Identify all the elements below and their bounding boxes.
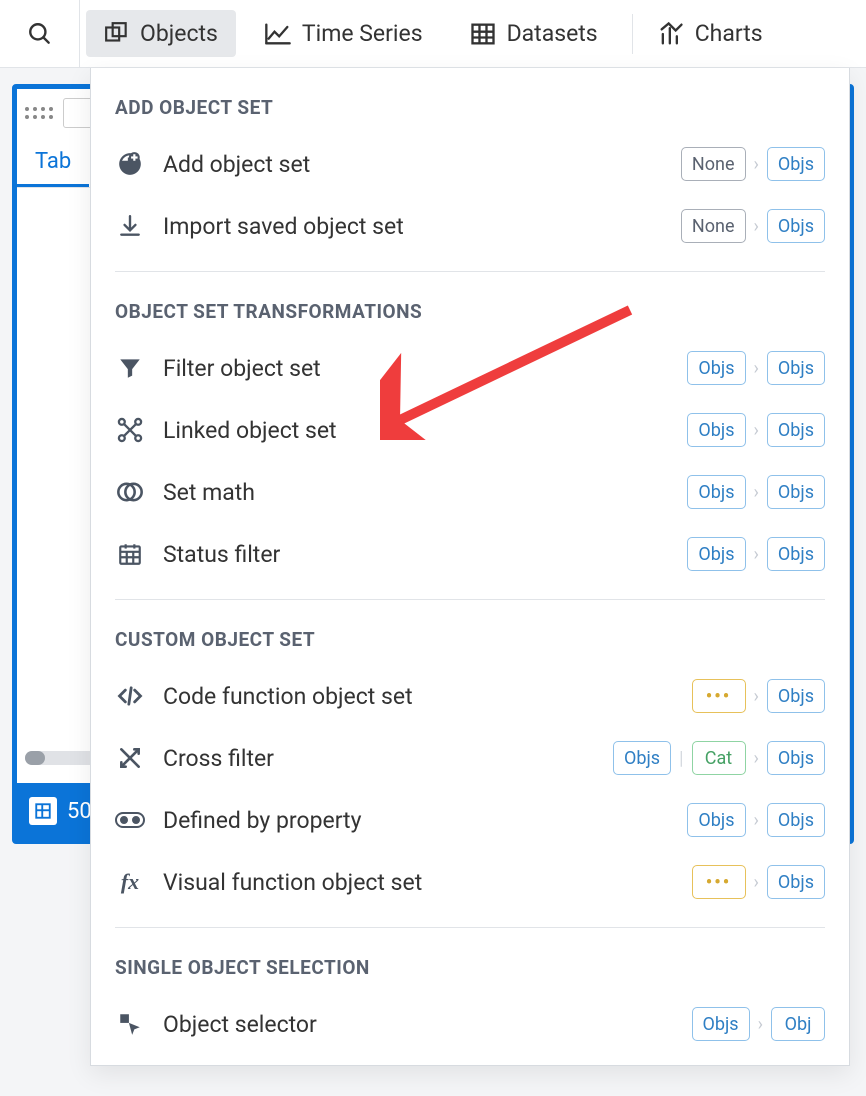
card-tab[interactable]: Tab <box>17 137 89 187</box>
menu-cross-filter[interactable]: Cross filter Objs | Cat › Objs <box>115 727 825 789</box>
objects-dropdown: ADD OBJECT SET Add object set None › Obj… <box>90 68 850 1066</box>
tab-time-series[interactable]: Time Series <box>246 10 441 58</box>
chevron-right-icon: › <box>754 748 759 769</box>
pill-input: Objs <box>687 351 745 385</box>
menu-label: Add object set <box>163 151 310 178</box>
tab-label: Datasets <box>507 20 598 47</box>
chevron-right-icon: › <box>754 810 759 831</box>
pill-output: Objs <box>767 209 825 243</box>
pill-output: Objs <box>767 475 825 509</box>
add-object-set-icon <box>115 149 145 179</box>
menu-label: Linked object set <box>163 417 337 444</box>
pill-output: Objs <box>767 865 825 899</box>
linked-icon <box>115 415 145 445</box>
menu-add-object-set[interactable]: Add object set None › Objs <box>115 133 825 195</box>
calendar-icon <box>115 539 145 569</box>
table-icon <box>29 797 57 825</box>
pill-output: Objs <box>767 351 825 385</box>
menu-import-saved-object-set[interactable]: Import saved object set None › Objs <box>115 195 825 257</box>
toolbar: Objects Time Series Datasets Charts <box>0 0 866 68</box>
menu-label: Visual function object set <box>163 869 422 896</box>
menu-filter-object-set[interactable]: Filter object set Objs › Objs <box>115 337 825 399</box>
pill-input: ••• <box>692 679 746 713</box>
chevron-right-icon: › <box>758 1014 763 1035</box>
table-icon <box>469 20 497 48</box>
tab-objects[interactable]: Objects <box>86 10 236 57</box>
chevron-right-icon: › <box>754 358 759 379</box>
pill-output: Objs <box>767 741 825 775</box>
menu-set-math[interactable]: Set math Objs › Objs <box>115 461 825 523</box>
tab-charts[interactable]: Charts <box>639 10 781 58</box>
fx-icon: fx <box>115 867 145 897</box>
import-icon <box>115 211 145 241</box>
pill-output: Objs <box>767 537 825 571</box>
menu-label: Filter object set <box>163 355 321 382</box>
selector-icon <box>115 1009 145 1039</box>
pill-input-2: Cat <box>692 741 746 775</box>
objects-icon <box>104 21 130 47</box>
chevron-right-icon: › <box>754 872 759 893</box>
pill-input-1: Objs <box>613 741 671 775</box>
menu-defined-by-property[interactable]: Defined by property Objs › Objs <box>115 789 825 851</box>
menu-object-selector[interactable]: Object selector Objs › Obj <box>115 993 825 1055</box>
separator <box>632 14 633 54</box>
code-icon <box>115 681 145 711</box>
menu-label: Import saved object set <box>163 213 404 240</box>
menu-label: Set math <box>163 479 255 506</box>
pill-input: Objs <box>687 803 745 837</box>
cross-filter-icon <box>115 743 145 773</box>
set-math-icon <box>115 477 145 507</box>
menu-visual-function-object-set[interactable]: fx Visual function object set ••• › Objs <box>115 851 825 913</box>
charts-icon <box>657 20 685 48</box>
separator: | <box>679 748 683 769</box>
search-icon <box>27 21 53 47</box>
pill-output: Objs <box>767 147 825 181</box>
chevron-right-icon: › <box>754 216 759 237</box>
tab-datasets[interactable]: Datasets <box>451 10 616 58</box>
section-title-custom: CUSTOM OBJECT SET <box>115 600 825 665</box>
chevron-right-icon: › <box>754 420 759 441</box>
row-count: 50 <box>67 799 92 824</box>
pill-input: Objs <box>687 475 745 509</box>
section-title-transformations: OBJECT SET TRANSFORMATIONS <box>115 272 825 337</box>
pill-output: Objs <box>767 679 825 713</box>
filter-icon <box>115 353 145 383</box>
menu-label: Status filter <box>163 541 280 568</box>
chevron-right-icon: › <box>754 544 759 565</box>
pill-input: None <box>681 209 746 243</box>
menu-linked-object-set[interactable]: Linked object set Objs › Objs <box>115 399 825 461</box>
chevron-right-icon: › <box>754 154 759 175</box>
section-title-add-object-set: ADD OBJECT SET <box>115 68 825 133</box>
pill-input: Objs <box>687 537 745 571</box>
menu-status-filter[interactable]: Status filter Objs › Objs <box>115 523 825 585</box>
pill-output: Objs <box>767 413 825 447</box>
pill-input: None <box>681 147 746 181</box>
pill-input: Objs <box>687 413 745 447</box>
pill-input: Objs <box>692 1007 750 1041</box>
menu-code-function-object-set[interactable]: Code function object set ••• › Objs <box>115 665 825 727</box>
tab-label: Time Series <box>302 20 423 47</box>
chevron-right-icon: › <box>754 686 759 707</box>
search-button[interactable] <box>0 0 80 67</box>
menu-label: Defined by property <box>163 807 361 834</box>
tab-label: Objects <box>140 20 218 47</box>
pill-output: Obj <box>771 1007 825 1041</box>
pill-output: Objs <box>767 803 825 837</box>
menu-label: Code function object set <box>163 683 413 710</box>
chevron-right-icon: › <box>754 482 759 503</box>
property-icon <box>115 805 145 835</box>
section-title-single: SINGLE OBJECT SELECTION <box>115 928 825 993</box>
line-chart-icon <box>264 20 292 48</box>
drag-handle-icon[interactable] <box>25 103 55 123</box>
toolbar-tabs: Objects Time Series Datasets Charts <box>80 0 866 67</box>
menu-label: Cross filter <box>163 745 274 772</box>
tab-label: Charts <box>695 20 763 47</box>
pill-input: ••• <box>692 865 746 899</box>
menu-label: Object selector <box>163 1011 317 1038</box>
